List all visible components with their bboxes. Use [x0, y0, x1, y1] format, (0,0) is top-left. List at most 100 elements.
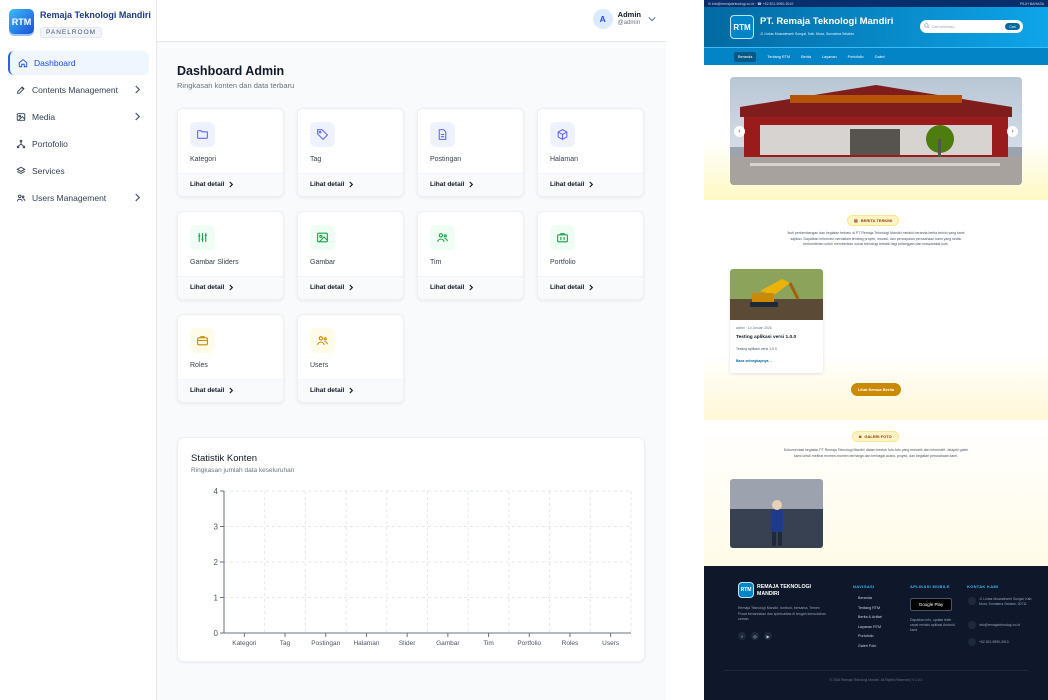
- google-play-badge[interactable]: Google Play: [910, 598, 952, 611]
- gallery-photo[interactable]: [730, 479, 823, 548]
- youtube-icon[interactable]: ▶: [764, 632, 772, 640]
- site-nav-berita[interactable]: Berita: [801, 55, 811, 59]
- link-label: Lihat detail: [310, 181, 345, 188]
- sidebar-item-dashboard[interactable]: Dashboard: [8, 51, 149, 75]
- chevron-right-icon: [229, 181, 234, 188]
- site-contact-strip: ✉ info@remajateknologi.co.id · ☎ +62 821…: [708, 1, 794, 6]
- sidebar-item-media[interactable]: Media: [8, 105, 149, 129]
- link-label: Lihat detail: [310, 387, 345, 394]
- stats-chart: 0 1 2 3 4 Kategori Tag Postingan Halaman Slider Ga…: [214, 487, 632, 647]
- chart-tick-label-y: 2: [214, 558, 219, 567]
- sidebar-item-users-management[interactable]: Users Management: [8, 186, 149, 210]
- news-thumbnail: [730, 269, 823, 320]
- chart-tick-label-x: Users: [602, 640, 620, 647]
- stats-title: Statistik Konten: [191, 453, 258, 464]
- link-label: Lihat detail: [430, 284, 465, 291]
- site-nav-layanan[interactable]: Layanan: [822, 55, 837, 59]
- news-read-more-link[interactable]: Baca selengkapnya →: [736, 359, 773, 363]
- card-detail-link[interactable]: Lihat detail: [550, 284, 594, 291]
- card-tim[interactable]: Tim Lihat detail: [417, 211, 524, 300]
- chart-tick-label-x: Halaman: [353, 640, 379, 647]
- card-detail-link[interactable]: Lihat detail: [190, 387, 234, 394]
- site-topbar: ✉ info@remajateknologi.co.id · ☎ +62 821…: [704, 0, 1048, 7]
- brand[interactable]: RTM Remaja Teknologi Mandiri PANELROOM: [9, 9, 151, 39]
- link-label: Lihat detail: [190, 284, 225, 291]
- chart-tick-label-y: 0: [214, 629, 219, 638]
- sidebar-item-label: Portofolio: [32, 139, 68, 149]
- stats-subtitle: Ringkasan jumlah data keseluruhan: [191, 467, 295, 474]
- team-icon: [430, 225, 455, 250]
- site-nav-portofolio[interactable]: Portofolio: [848, 55, 864, 59]
- users-icon: [15, 193, 26, 204]
- page-subtitle: Ringkasan konten dan data terbaru: [177, 81, 295, 90]
- footer-email[interactable]: info@remajateknologi.co.id: [979, 623, 1020, 627]
- footer-link[interactable]: Berita & Artikel: [858, 613, 882, 623]
- language-selector[interactable]: PILIH BAHASA: [1020, 2, 1044, 6]
- chart-tick-label-x: Tag: [280, 640, 291, 647]
- search-button[interactable]: Cari: [1005, 23, 1020, 30]
- newspaper-icon: ▤: [854, 218, 858, 223]
- card-detail-link[interactable]: Lihat detail: [310, 181, 354, 188]
- card-gambar[interactable]: Gambar Lihat detail: [297, 211, 404, 300]
- footer-link[interactable]: Layanan RTM: [858, 623, 882, 633]
- card-detail-link[interactable]: Lihat detail: [190, 284, 234, 291]
- news-meta: admin · 14 Januari 2026: [736, 326, 772, 330]
- site-nav: Beranda Tentang RTM Berita Layanan Porto…: [704, 47, 1048, 65]
- search-icon: [924, 23, 930, 29]
- sidebar-item-services[interactable]: Services: [8, 159, 149, 183]
- footer-address: Jl. Lintas Muarateweh Sungai, Kab. Mura,…: [979, 597, 1033, 606]
- card-tag[interactable]: Tag Lihat detail: [297, 108, 404, 197]
- card-detail-link[interactable]: Lihat detail: [310, 387, 354, 394]
- news-excerpt: Testing aplikasi versi 1.0.0: [736, 347, 777, 351]
- website-preview: ✉ info@remajateknologi.co.id · ☎ +62 821…: [704, 0, 1048, 700]
- card-detail-link[interactable]: Lihat detail: [430, 181, 474, 188]
- chart-tick-label-y: 1: [214, 594, 219, 603]
- role-briefcase-icon: [190, 328, 215, 353]
- card-gambar-sliders[interactable]: Gambar Sliders Lihat detail: [177, 211, 284, 300]
- news-chip-label: BERITA TERKINI: [860, 218, 893, 223]
- chevron-right-icon: [349, 181, 354, 188]
- instagram-icon[interactable]: ◎: [751, 632, 759, 640]
- sidebar-item-label: Dashboard: [34, 58, 76, 68]
- sidebar-item-portofolio[interactable]: Portofolio: [8, 132, 149, 156]
- facebook-icon[interactable]: f: [738, 632, 746, 640]
- news-card[interactable]: admin · 14 Januari 2026 Testing aplikasi…: [730, 269, 823, 373]
- site-nav-tentang[interactable]: Tentang RTM: [767, 55, 790, 59]
- admin-panel: RTM Remaja Teknologi Mandiri PANELROOM D…: [0, 0, 666, 700]
- footer-link[interactable]: Galeri Foto: [858, 642, 882, 652]
- all-news-button[interactable]: Lihat Semua Berita: [851, 383, 901, 396]
- footer-phone[interactable]: +62 821-5990-3010: [979, 640, 1009, 644]
- search-placeholder: Cari informasi...: [932, 24, 957, 29]
- footer-link[interactable]: Beranda: [858, 594, 882, 604]
- card-halaman[interactable]: Halaman Lihat detail: [537, 108, 644, 197]
- card-kategori[interactable]: Kategori Lihat detail: [177, 108, 284, 197]
- site-nav-galeri[interactable]: Galeri: [875, 55, 885, 59]
- site-search-input[interactable]: Cari informasi... Cari: [920, 20, 1023, 33]
- site-logo[interactable]: RTM: [730, 15, 754, 39]
- user-name: Admin: [617, 10, 641, 19]
- card-label: Roles: [190, 362, 208, 369]
- card-portfolio[interactable]: Portfolio Lihat detail: [537, 211, 644, 300]
- card-detail-link[interactable]: Lihat detail: [430, 284, 474, 291]
- sidebar-item-contents-management[interactable]: Contents Management: [8, 78, 149, 102]
- site-nav-beranda[interactable]: Beranda: [734, 51, 757, 62]
- tag-icon: [310, 122, 335, 147]
- slider-next-button[interactable]: ›: [1007, 126, 1018, 137]
- footer-link[interactable]: Portofolio: [858, 632, 882, 642]
- footer-link[interactable]: Tentang RTM: [858, 604, 882, 614]
- user-handle: @admin: [617, 20, 641, 26]
- card-detail-link[interactable]: Lihat detail: [550, 181, 594, 188]
- slider-prev-button[interactable]: ‹: [734, 126, 745, 137]
- card-roles[interactable]: Roles Lihat detail: [177, 314, 284, 403]
- link-label: Lihat detail: [550, 181, 585, 188]
- card-detail-link[interactable]: Lihat detail: [190, 181, 234, 188]
- sliders-icon: [190, 225, 215, 250]
- card-postingan[interactable]: Postingan Lihat detail: [417, 108, 524, 197]
- user-menu[interactable]: A Admin @admin: [592, 9, 656, 29]
- footer-app-text: Dapatkan info, update lebih cepat melalu…: [910, 618, 955, 632]
- card-detail-link[interactable]: Lihat detail: [310, 284, 354, 291]
- news-title[interactable]: Testing aplikasi versi 1.0.0: [736, 335, 796, 340]
- site-footer: RTM REMAJA TEKNOLOGI MANDIRI Remaja Tekn…: [704, 566, 1048, 700]
- card-users[interactable]: Users Lihat detail: [297, 314, 404, 403]
- sidebar: RTM Remaja Teknologi Mandiri PANELROOM D…: [0, 0, 157, 700]
